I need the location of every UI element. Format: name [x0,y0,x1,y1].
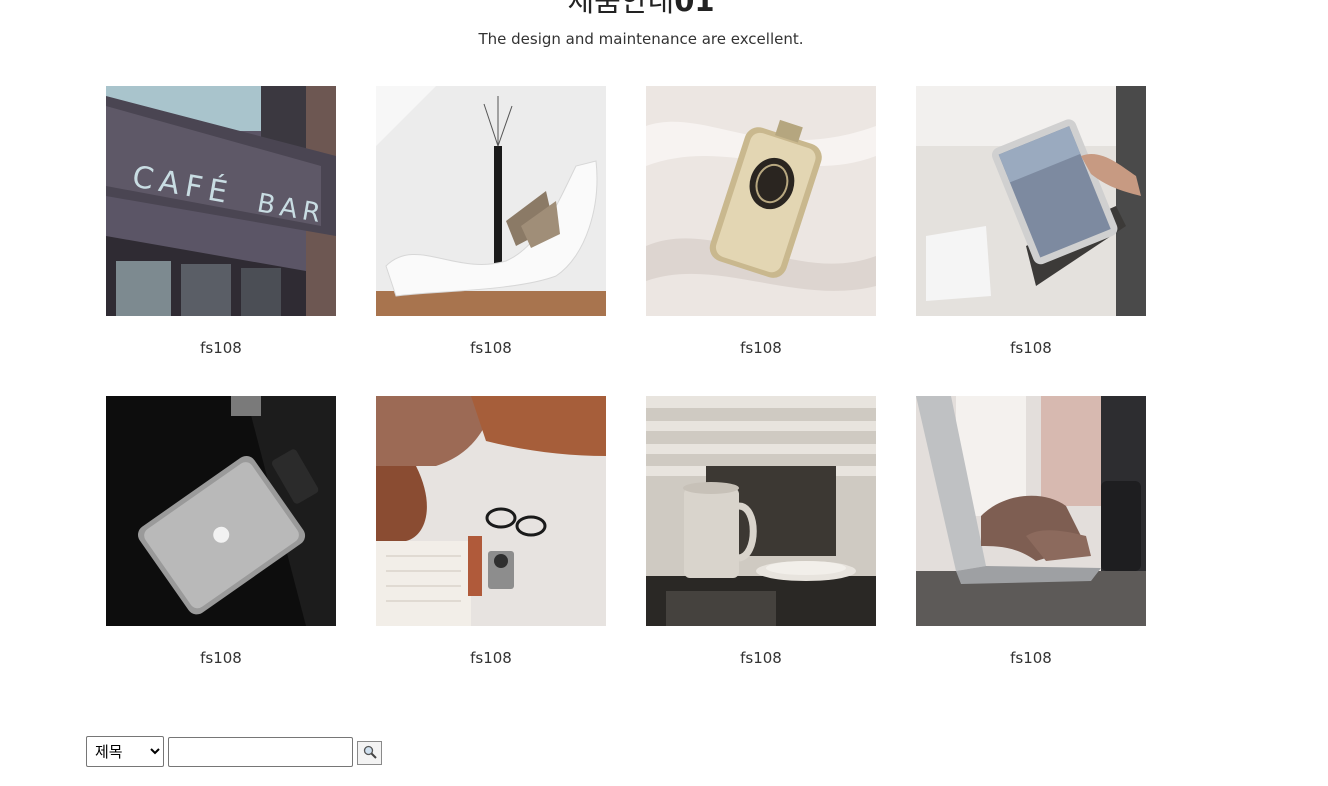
product-card[interactable]: fs108 [376,396,606,667]
page-subtitle: The design and maintenance are excellent… [478,30,804,48]
product-caption[interactable]: fs108 [916,649,1146,667]
product-card[interactable]: fs108 [646,396,876,667]
product-card[interactable]: fs108 [376,86,606,357]
product-image-macbook[interactable] [106,396,336,626]
product-image-laptop-typing[interactable] [916,396,1146,626]
product-image-bag-notebook[interactable] [376,396,606,626]
product-card[interactable]: CAFÉ BAR fs108 [106,86,336,357]
search-input[interactable] [168,736,353,767]
page-title: 제품안내01 [0,0,1282,18]
product-caption[interactable]: fs108 [916,339,1146,357]
search-field-select[interactable]: 제목 [86,736,164,767]
product-image-chaise-lounge[interactable] [376,86,606,316]
product-caption[interactable]: fs108 [376,339,606,357]
page-title-number: 01 [674,0,715,18]
product-card[interactable]: fs108 [646,86,876,357]
product-image-tablet[interactable] [916,86,1146,316]
product-image-cafe-bar[interactable]: CAFÉ BAR [106,86,336,316]
product-caption[interactable]: fs108 [106,649,336,667]
page: 제품안내01 The design and maintenance are ex… [0,0,1328,786]
search-icon [363,745,377,762]
search-button[interactable] [357,741,382,765]
product-caption[interactable]: fs108 [646,649,876,667]
product-image-coffee-mug[interactable] [646,396,876,626]
page-title-text: 제품안내 [567,0,675,18]
product-caption[interactable]: fs108 [106,339,336,357]
product-card[interactable]: fs108 [106,396,336,667]
product-card[interactable]: fs108 [916,86,1146,357]
search-bar: 제목 [86,736,382,767]
product-card[interactable]: fs108 [916,396,1146,667]
product-caption[interactable]: fs108 [646,339,876,357]
product-image-hip-flask[interactable] [646,86,876,316]
product-caption[interactable]: fs108 [376,649,606,667]
